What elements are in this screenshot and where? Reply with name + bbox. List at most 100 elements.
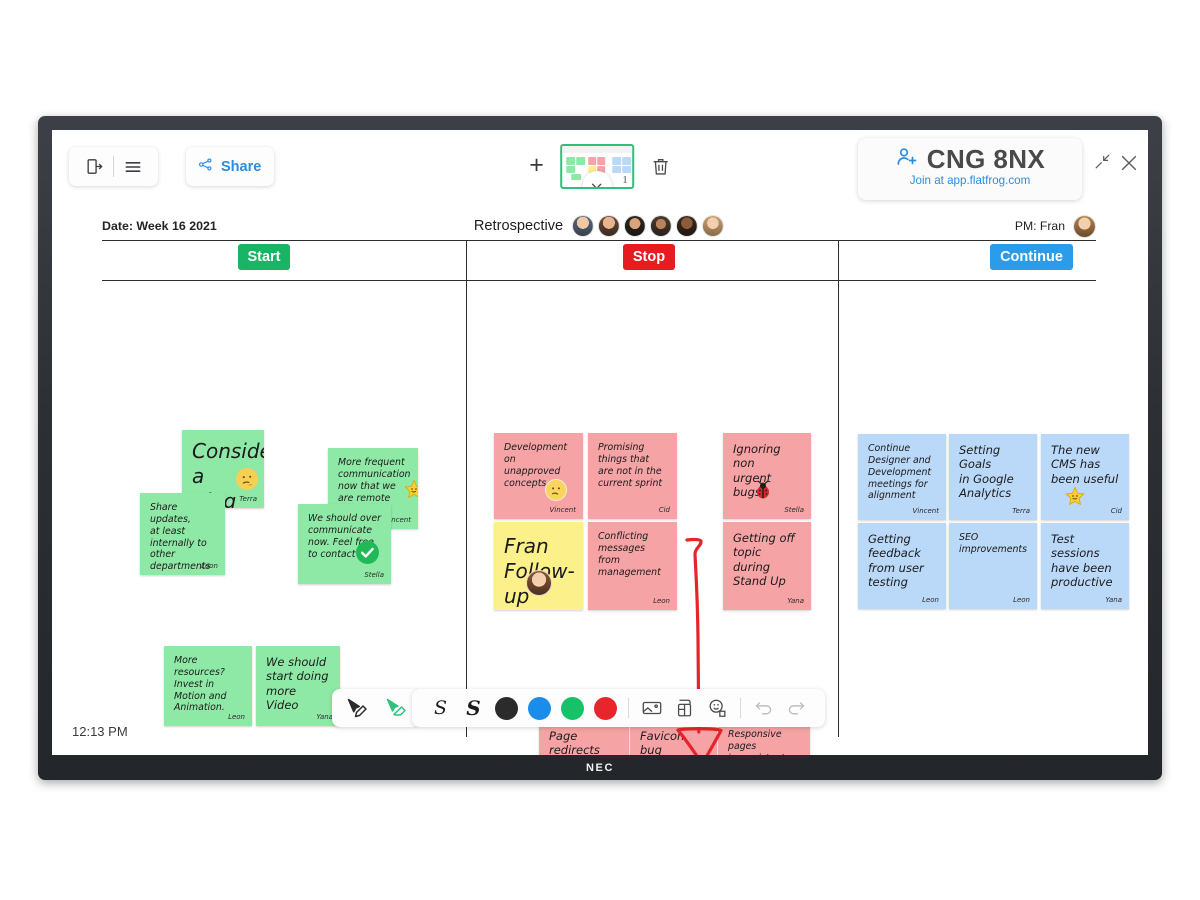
avatar[interactable] [676,215,699,237]
avatar[interactable] [702,215,725,237]
note-text: Responsive pages inconsistent [728,729,785,755]
board-title-group: Retrospective [473,215,725,237]
note-author: Cid [1110,507,1122,516]
header-rule [102,280,1096,282]
sticky-note[interactable]: Test sessions have been productive Yana [1041,523,1129,609]
note-text: More resources? Invest in Motion and Ani… [174,655,227,714]
avatar[interactable] [598,215,621,237]
sticky-note[interactable]: We should start doing more Video Yana [256,646,340,726]
share-button[interactable]: Share [186,147,275,186]
participant-avatars [572,215,725,237]
color-swatch-blue[interactable] [523,691,556,725]
avatar[interactable] [624,215,647,237]
sticky-note[interactable]: Setting Goals in Google Analytics Terra [949,434,1037,520]
page-title: Retrospective [473,218,564,234]
nec-display: Share + 1 CNG 8NX Join at app.flatfrog.c… [38,116,1162,780]
undo-icon[interactable] [747,691,780,725]
share-nodes-icon [197,156,214,178]
note-author: Yana [316,713,333,722]
session-code: CNG 8NX [926,144,1046,174]
note-text: More frequent communication now that we … [338,457,411,504]
note-author: Stella [364,571,384,580]
left-toolbar-group [69,147,158,186]
clock: 12:13 PM [72,724,128,739]
board-meta-row: Date: Week 16 2021 Retrospective PM: Fra… [102,212,1096,241]
pen-cursor-icon[interactable] [340,691,373,725]
sticky-note[interactable]: Getting feedback from user testing Leon [858,523,946,609]
sticky-note[interactable]: Promising things that are not in the cur… [588,433,677,519]
note-text: Test sessions have been productive [1051,532,1113,590]
note-text: Getting feedback from user testing [868,532,924,590]
fran-avatar [526,569,552,602]
insert-image-icon[interactable] [635,691,668,725]
color-swatch-black[interactable] [490,691,523,725]
color-swatch-red[interactable] [589,691,622,725]
export-board-icon[interactable] [75,148,113,185]
chevron-down-icon[interactable] [582,171,612,187]
note-author: Leon [228,713,245,722]
note-author: Leon [201,562,218,571]
join-url: Join at app.flatfrog.com [909,174,1031,187]
trash-icon[interactable] [650,155,671,178]
avatar[interactable] [650,215,673,237]
star-face-icon [1063,485,1087,512]
page-number: 1 [622,174,628,186]
thick-stroke-icon[interactable]: S [457,691,490,725]
avatar[interactable] [1073,214,1096,238]
note-text: We should start doing more Video [266,655,329,713]
avatar[interactable] [572,215,595,237]
share-label: Share [221,158,262,175]
page-controls: + 1 [529,144,671,189]
redo-icon[interactable] [780,691,813,725]
star-face-icon [402,478,418,506]
insert-note-icon[interactable] [668,691,701,725]
pen-mode-toolbar [332,689,420,727]
bug-icon [751,478,775,505]
toolbar-divider [628,698,629,718]
top-toolbar: Share + 1 CNG 8NX Join at app.flatfrog.c… [52,130,1148,212]
note-text: Page redirects [549,729,600,755]
hamburger-menu-icon[interactable] [114,148,152,185]
note-author: Yana [1105,596,1122,605]
note-author: Yana [787,597,804,606]
session-code-card[interactable]: CNG 8NX Join at app.flatfrog.com [858,138,1082,200]
whiteboard-screen: Share + 1 CNG 8NX Join at app.flatfrog.c… [52,130,1148,755]
thin-stroke-icon[interactable]: S [424,691,457,725]
note-author: Vincent [549,506,576,515]
insert-sticker-icon[interactable] [701,691,734,725]
sticky-note[interactable]: Continue Designer and Development meetin… [858,434,946,520]
column-header-stop[interactable]: Stop [623,244,675,270]
color-swatch-green[interactable] [556,691,589,725]
note-text: Continue Designer and Development meetin… [868,443,932,502]
sticky-note[interactable]: Development on unapproved concepts Vince… [494,433,583,519]
sticky-note[interactable]: SEO improvements Leon [949,523,1037,609]
sticky-note[interactable]: Getting off topic during Stand Up Yana [723,522,811,610]
sticky-note[interactable]: Fran Follow-up [494,522,583,610]
check-mark-icon [356,541,379,568]
collapse-icon[interactable] [1093,152,1112,176]
sticky-note[interactable]: More resources? Invest in Motion and Ani… [164,646,252,726]
note-author: Terra [239,495,257,504]
column-divider [838,241,840,737]
column-header-start[interactable]: Start [238,244,290,270]
drawing-toolbar: S S [412,689,825,727]
retrospective-board: Date: Week 16 2021 Retrospective PM: Fra… [52,212,1148,755]
note-text: Setting Goals in Google Analytics [959,443,1014,501]
add-page-button[interactable]: + [529,152,544,181]
sticky-note[interactable]: Share updates, at least internally to ot… [140,493,225,575]
close-icon[interactable] [1118,152,1140,179]
note-author: Stella [784,506,804,515]
note-text: The new CMS has been useful [1051,443,1119,486]
monitor-bezel: NEC [38,755,1162,780]
sticky-note[interactable]: We should over communicate now. Feel fre… [298,504,391,584]
confused-face-icon [545,479,567,504]
add-person-icon [895,145,919,174]
sticky-note[interactable]: Ignoring non urgent bugs Stella [723,433,811,519]
column-header-continue[interactable]: Continue [990,244,1073,270]
note-text: SEO improvements [959,532,1027,555]
sticky-note[interactable]: The new CMS has been useful Cid [1041,434,1129,520]
page-thumbnail[interactable]: 1 [559,144,634,189]
toolbar-divider [740,698,741,718]
pm-label: PM: Fran [1014,219,1065,233]
eraser-cursor-icon[interactable] [379,691,412,725]
